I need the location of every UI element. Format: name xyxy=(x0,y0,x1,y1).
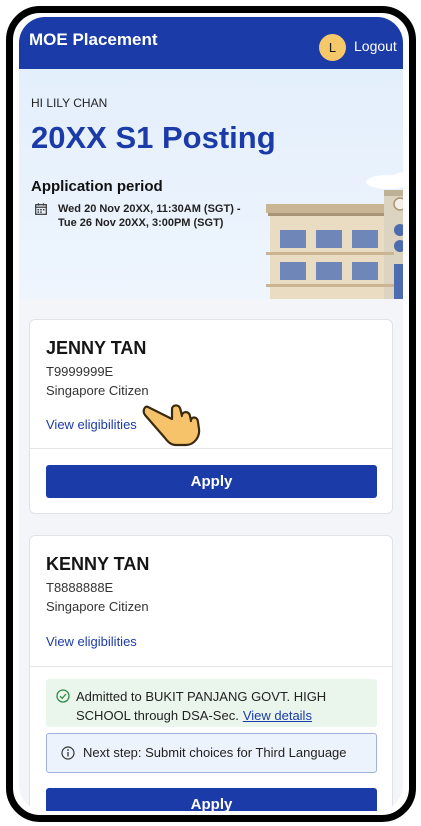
apply-button[interactable]: Apply xyxy=(46,788,377,811)
admission-notice: Admitted to BUKIT PANJANG GOVT. HIGH SCH… xyxy=(46,679,377,727)
next-step-text: Next step: Submit choices for Third Lang… xyxy=(83,745,347,760)
period-end: Tue 26 Nov 20XX, 3:00PM (SGT) xyxy=(58,217,224,229)
school-building-illustration xyxy=(266,172,403,299)
app-title: MOE Placement xyxy=(29,30,158,49)
calendar-icon xyxy=(35,203,47,215)
application-period-label: Application period xyxy=(31,178,163,195)
pointing-hand-icon xyxy=(142,404,201,447)
page-title: 20XX S1 Posting xyxy=(31,120,276,155)
card-divider xyxy=(30,666,392,667)
app-screen: MOE Placement L Logout HI LILY CHAN 20XX… xyxy=(19,17,403,811)
logout-button[interactable]: Logout xyxy=(354,38,397,54)
view-eligibilities-link[interactable]: View eligibilities xyxy=(46,417,137,432)
view-eligibilities-link[interactable]: View eligibilities xyxy=(46,634,137,649)
child-name: JENNY TAN xyxy=(46,338,147,358)
child-citizenship: Singapore Citizen xyxy=(46,599,149,614)
child-id: T8888888E xyxy=(46,580,114,595)
avatar[interactable]: L xyxy=(319,34,346,61)
info-icon xyxy=(61,746,75,760)
period-start: Wed 20 Nov 20XX, 11:30AM (SGT) - xyxy=(58,203,241,215)
apply-button[interactable]: Apply xyxy=(46,465,377,498)
greeting: HI LILY CHAN xyxy=(31,96,108,110)
app-header: MOE Placement L Logout xyxy=(19,17,403,69)
child-card-kenny: KENNY TAN T8888888E Singapore Citizen Vi… xyxy=(29,535,393,811)
child-id: T9999999E xyxy=(46,364,114,379)
next-step-notice: Next step: Submit choices for Third Lang… xyxy=(46,733,377,773)
phone-frame: MOE Placement L Logout HI LILY CHAN 20XX… xyxy=(6,6,416,822)
application-period-dates: Wed 20 Nov 20XX, 11:30AM (SGT) - Tue 26 … xyxy=(58,202,241,230)
hero-banner: HI LILY CHAN 20XX S1 Posting Application… xyxy=(19,69,403,299)
admission-message: Admitted to BUKIT PANJANG GOVT. HIGH SCH… xyxy=(76,687,369,725)
child-card-jenny: JENNY TAN T9999999E Singapore Citizen Vi… xyxy=(29,319,393,514)
child-name: KENNY TAN xyxy=(46,554,150,574)
card-divider xyxy=(30,448,392,449)
check-circle-icon xyxy=(56,689,70,703)
child-citizenship: Singapore Citizen xyxy=(46,383,149,398)
view-details-link[interactable]: View details xyxy=(243,708,312,723)
